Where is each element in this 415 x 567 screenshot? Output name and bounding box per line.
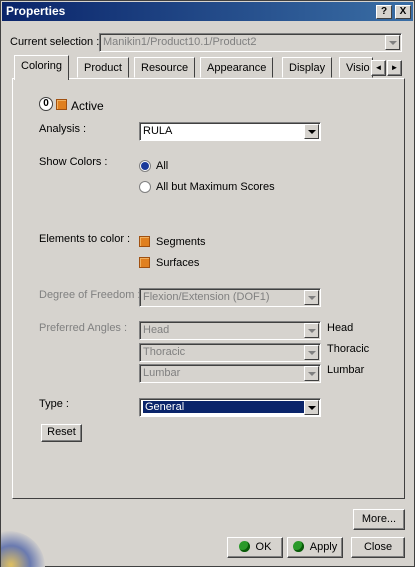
- current-selection-combo[interactable]: Manikin1/Product10.1/Product2: [99, 33, 402, 52]
- current-selection-label: Current selection :: [10, 36, 100, 48]
- chevron-down-icon[interactable]: [304, 290, 319, 305]
- tab-product[interactable]: Product: [77, 57, 129, 78]
- chevron-down-icon[interactable]: [304, 366, 319, 381]
- catia-logo-icon: [1, 531, 45, 567]
- radio-all-but-max[interactable]: [139, 181, 151, 193]
- preferred-angles-label: Preferred Angles :: [39, 322, 128, 334]
- tab-coloring[interactable]: Coloring: [14, 55, 69, 80]
- radio-all[interactable]: [139, 160, 151, 172]
- ok-button[interactable]: OK: [227, 537, 283, 558]
- thoracic-side-label: Thoracic: [327, 343, 370, 355]
- head-angle-value: Head: [143, 324, 170, 336]
- show-colors-label: Show Colors :: [39, 156, 108, 168]
- elements-label: Elements to color :: [39, 233, 131, 245]
- chevron-down-icon[interactable]: [385, 35, 400, 50]
- analysis-label: Analysis :: [39, 123, 87, 135]
- thoracic-angle-select[interactable]: Thoracic: [139, 343, 321, 362]
- analysis-value: RULA: [143, 125, 173, 137]
- info-icon: 0: [39, 97, 53, 111]
- head-angle-select[interactable]: Head: [139, 321, 321, 340]
- tab-display[interactable]: Display: [282, 57, 333, 78]
- surfaces-label: Surfaces: [156, 257, 200, 269]
- surfaces-checkbox[interactable]: [139, 257, 150, 268]
- apply-label: Apply: [309, 541, 338, 553]
- tab-label: Visio: [346, 62, 370, 74]
- current-selection-value: Manikin1/Product10.1/Product2: [103, 36, 257, 48]
- type-value: General: [143, 401, 317, 413]
- lumbar-side-label: Lumbar: [327, 364, 365, 376]
- tab-scroll-right-icon[interactable]: ►: [387, 60, 402, 76]
- chevron-down-icon[interactable]: [304, 345, 319, 360]
- tab-label: Resource: [141, 62, 189, 74]
- tab-appearance[interactable]: Appearance: [200, 57, 274, 78]
- apply-icon: [292, 541, 304, 552]
- ok-label: OK: [255, 541, 272, 553]
- segments-checkbox[interactable]: [139, 236, 150, 247]
- reset-button[interactable]: Reset: [41, 424, 82, 442]
- help-button[interactable]: ?: [376, 5, 392, 19]
- lumbar-angle-value: Lumbar: [143, 367, 181, 379]
- thoracic-angle-value: Thoracic: [143, 346, 186, 358]
- dof-value: Flexion/Extension (DOF1): [143, 291, 270, 303]
- head-side-label: Head: [327, 322, 354, 334]
- segments-label: Segments: [156, 236, 206, 248]
- active-label: Active: [71, 99, 104, 113]
- tab-resource[interactable]: Resource: [134, 57, 196, 78]
- tab-scroll-left-icon[interactable]: ◄: [371, 60, 386, 76]
- window-title: Properties: [6, 4, 66, 18]
- dof-select[interactable]: Flexion/Extension (DOF1): [139, 288, 321, 307]
- radio-all-but-max-label: All but Maximum Scores: [156, 181, 275, 193]
- title-bar: Properties ? X: [2, 2, 413, 21]
- tab-label: Display: [289, 62, 326, 74]
- ok-icon: [238, 541, 250, 552]
- close-button[interactable]: Close: [351, 537, 405, 558]
- more-button[interactable]: More...: [353, 509, 405, 530]
- type-select[interactable]: General: [139, 398, 321, 417]
- close-window-button[interactable]: X: [395, 5, 411, 19]
- dof-label: Degree of Freedom :: [39, 289, 141, 301]
- chevron-down-icon[interactable]: [304, 124, 319, 139]
- properties-dialog: Properties ? X Current selection : Manik…: [0, 0, 415, 567]
- radio-all-label: All: [156, 160, 169, 172]
- type-label: Type :: [39, 398, 69, 410]
- lumbar-angle-select[interactable]: Lumbar: [139, 364, 321, 383]
- tab-vision[interactable]: Visio: [339, 57, 373, 78]
- chevron-down-icon[interactable]: [304, 400, 319, 415]
- analysis-select[interactable]: RULA: [139, 122, 321, 141]
- apply-button[interactable]: Apply: [287, 537, 343, 558]
- chevron-down-icon[interactable]: [304, 323, 319, 338]
- active-checkbox[interactable]: [56, 99, 67, 110]
- tab-label: Product: [84, 62, 122, 74]
- tab-label: Coloring: [21, 60, 62, 72]
- tab-label: Appearance: [207, 62, 267, 74]
